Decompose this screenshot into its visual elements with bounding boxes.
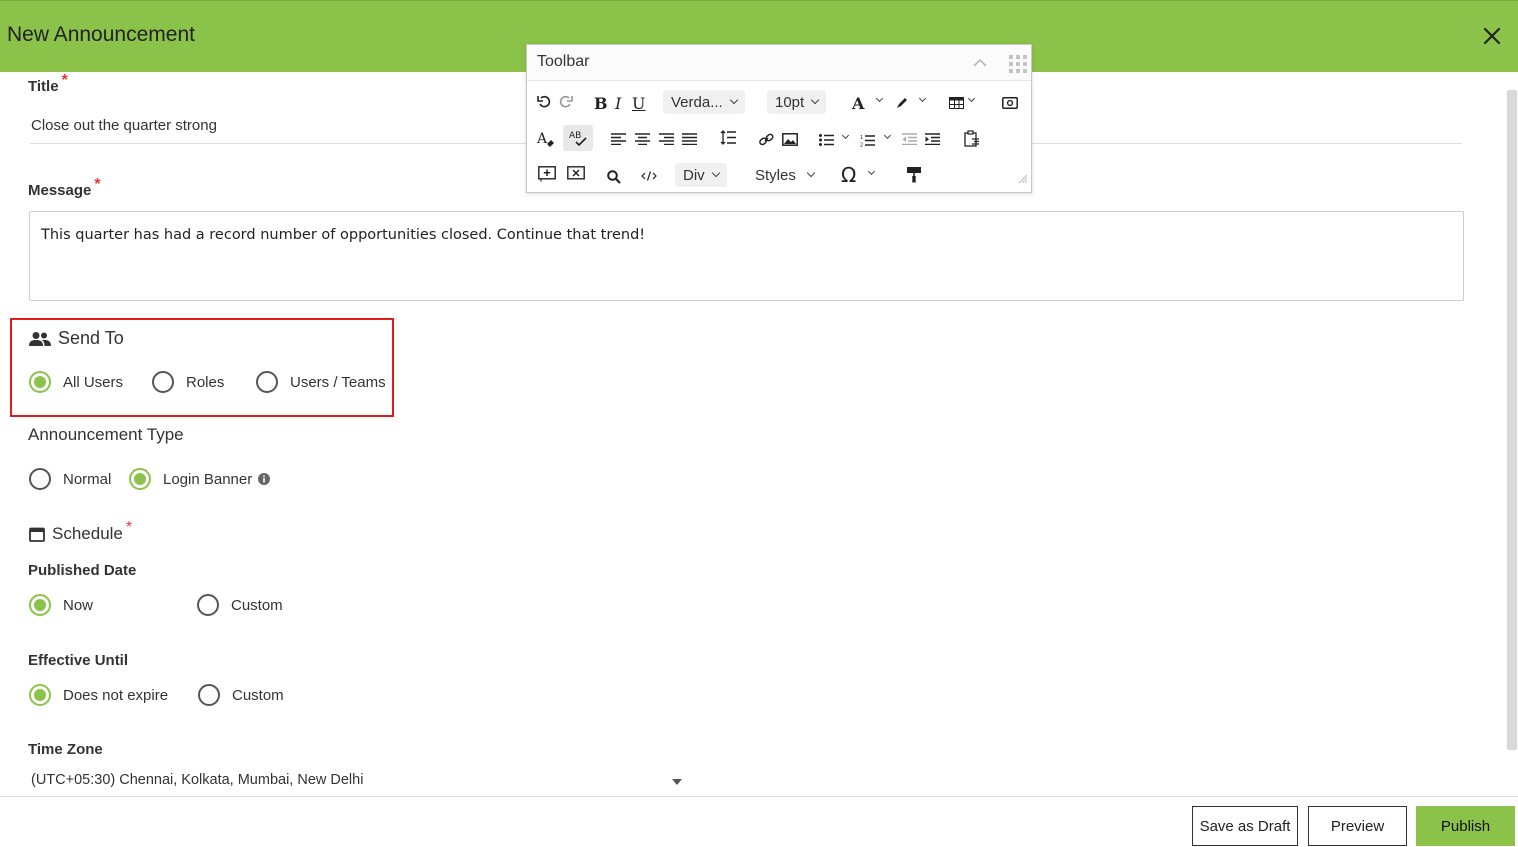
- clear-format-icon[interactable]: A: [537, 130, 555, 148]
- caret-down-icon[interactable]: [672, 779, 682, 785]
- svg-text:A: A: [537, 131, 548, 147]
- radio-does-not-expire[interactable]: [29, 684, 51, 706]
- chevron-down-icon[interactable]: [841, 131, 850, 140]
- toolbar-header[interactable]: Toolbar: [527, 45, 1031, 81]
- italic-button[interactable]: I: [615, 94, 621, 113]
- radio-all-users[interactable]: [29, 371, 51, 393]
- required-mark: *: [61, 72, 68, 89]
- title-label: Title *: [28, 72, 68, 95]
- font-size-dropdown[interactable]: 10pt: [767, 90, 827, 114]
- align-justify-icon[interactable]: [682, 133, 697, 145]
- calendar-icon: [29, 526, 45, 542]
- time-zone-label: Time Zone: [28, 741, 103, 758]
- editor-toolbar-panel[interactable]: Toolbar B I U Verda... 10pt A A AB 1 2 D…: [526, 44, 1032, 193]
- align-left-icon[interactable]: [611, 133, 626, 145]
- underline-button[interactable]: U: [632, 94, 645, 113]
- published-option-custom[interactable]: Custom: [197, 594, 283, 616]
- format-painter-icon[interactable]: [906, 166, 922, 183]
- time-zone-select[interactable]: (UTC+05:30) Chennai, Kolkata, Mumbai, Ne…: [31, 772, 686, 788]
- message-editor[interactable]: This quarter has had a record number of …: [29, 211, 1464, 301]
- radio-login-banner[interactable]: [129, 468, 151, 490]
- send-to-option-all-users[interactable]: All Users: [29, 371, 123, 393]
- info-icon[interactable]: [258, 473, 271, 485]
- effective-option-custom[interactable]: Custom: [198, 684, 284, 706]
- schedule-heading: Schedule *: [29, 519, 132, 544]
- save-as-draft-button[interactable]: Save as Draft: [1192, 806, 1298, 846]
- font-color-button[interactable]: A: [852, 94, 864, 113]
- announcement-type-heading: Announcement Type: [28, 425, 184, 444]
- users-icon: [29, 331, 51, 347]
- undo-icon[interactable]: [537, 95, 551, 109]
- chevron-down-icon[interactable]: [867, 167, 876, 176]
- align-center-icon[interactable]: [635, 133, 650, 145]
- block-format-dropdown[interactable]: Div: [675, 163, 727, 187]
- chevron-up-icon[interactable]: [973, 55, 987, 73]
- outdent-icon[interactable]: [902, 133, 917, 145]
- line-height-icon[interactable]: [720, 130, 736, 145]
- preview-button[interactable]: Preview: [1308, 806, 1407, 846]
- chevron-down-icon: [806, 168, 816, 178]
- radio-effective-custom[interactable]: [198, 684, 220, 706]
- source-code-icon[interactable]: [641, 170, 657, 182]
- media-embed-icon[interactable]: [1002, 97, 1018, 109]
- footer-divider: [0, 796, 1518, 797]
- chevron-down-icon[interactable]: [918, 94, 927, 103]
- required-mark: *: [94, 176, 101, 193]
- message-label: Message *: [28, 176, 101, 199]
- effective-option-does-not-expire[interactable]: Does not expire: [29, 684, 168, 706]
- grid-drag-icon[interactable]: [1009, 55, 1027, 78]
- paste-text-icon[interactable]: [964, 130, 980, 147]
- chevron-down-icon[interactable]: [967, 94, 976, 103]
- chevron-down-icon[interactable]: [875, 94, 884, 103]
- redo-icon[interactable]: [559, 95, 573, 109]
- indent-icon[interactable]: [925, 133, 940, 145]
- send-to-option-roles[interactable]: Roles: [152, 371, 224, 393]
- styles-dropdown[interactable]: Styles: [747, 163, 822, 187]
- align-right-icon[interactable]: [659, 133, 674, 145]
- publish-button[interactable]: Publish: [1416, 806, 1515, 846]
- dialog-title: New Announcement: [7, 23, 195, 46]
- image-icon[interactable]: [782, 133, 798, 146]
- type-option-normal[interactable]: Normal: [29, 468, 111, 490]
- send-to-option-users-teams[interactable]: Users / Teams: [256, 371, 386, 393]
- numbered-list-icon[interactable]: 12: [860, 134, 875, 147]
- effective-until-label: Effective Until: [28, 652, 129, 669]
- send-to-heading: Send To: [29, 328, 124, 349]
- radio-normal[interactable]: [29, 468, 51, 490]
- type-option-login-banner[interactable]: Login Banner: [129, 468, 271, 490]
- chevron-down-icon: [810, 95, 820, 105]
- close-icon[interactable]: [1482, 26, 1502, 46]
- resize-handle-icon[interactable]: [1018, 171, 1028, 189]
- radio-users-teams[interactable]: [256, 371, 278, 393]
- required-mark: *: [125, 519, 133, 536]
- svg-text:AB: AB: [569, 131, 581, 141]
- chevron-down-icon[interactable]: [883, 131, 892, 140]
- svg-text:2: 2: [860, 143, 863, 148]
- delete-row-icon[interactable]: [567, 166, 585, 182]
- radio-published-now[interactable]: [29, 594, 51, 616]
- highlight-pen-icon[interactable]: [895, 96, 909, 110]
- published-date-label: Published Date: [28, 562, 137, 579]
- search-icon[interactable]: [607, 170, 621, 184]
- svg-text:1: 1: [860, 135, 863, 141]
- insert-row-icon[interactable]: [538, 166, 556, 182]
- chevron-down-icon: [729, 95, 738, 105]
- font-name-dropdown[interactable]: Verda...: [663, 90, 745, 114]
- link-icon[interactable]: [759, 133, 774, 147]
- chevron-down-icon: [711, 168, 720, 178]
- bullet-list-icon[interactable]: [819, 134, 834, 146]
- published-option-now[interactable]: Now: [29, 594, 93, 616]
- special-char-button[interactable]: Ω: [841, 163, 856, 187]
- radio-roles[interactable]: [152, 371, 174, 393]
- bold-button[interactable]: B: [594, 94, 608, 113]
- radio-published-custom[interactable]: [197, 594, 219, 616]
- spellcheck-icon[interactable]: AB: [563, 125, 593, 151]
- table-icon[interactable]: [949, 97, 964, 109]
- toolbar-title: Toolbar: [537, 53, 590, 70]
- scrollbar[interactable]: [1507, 90, 1517, 750]
